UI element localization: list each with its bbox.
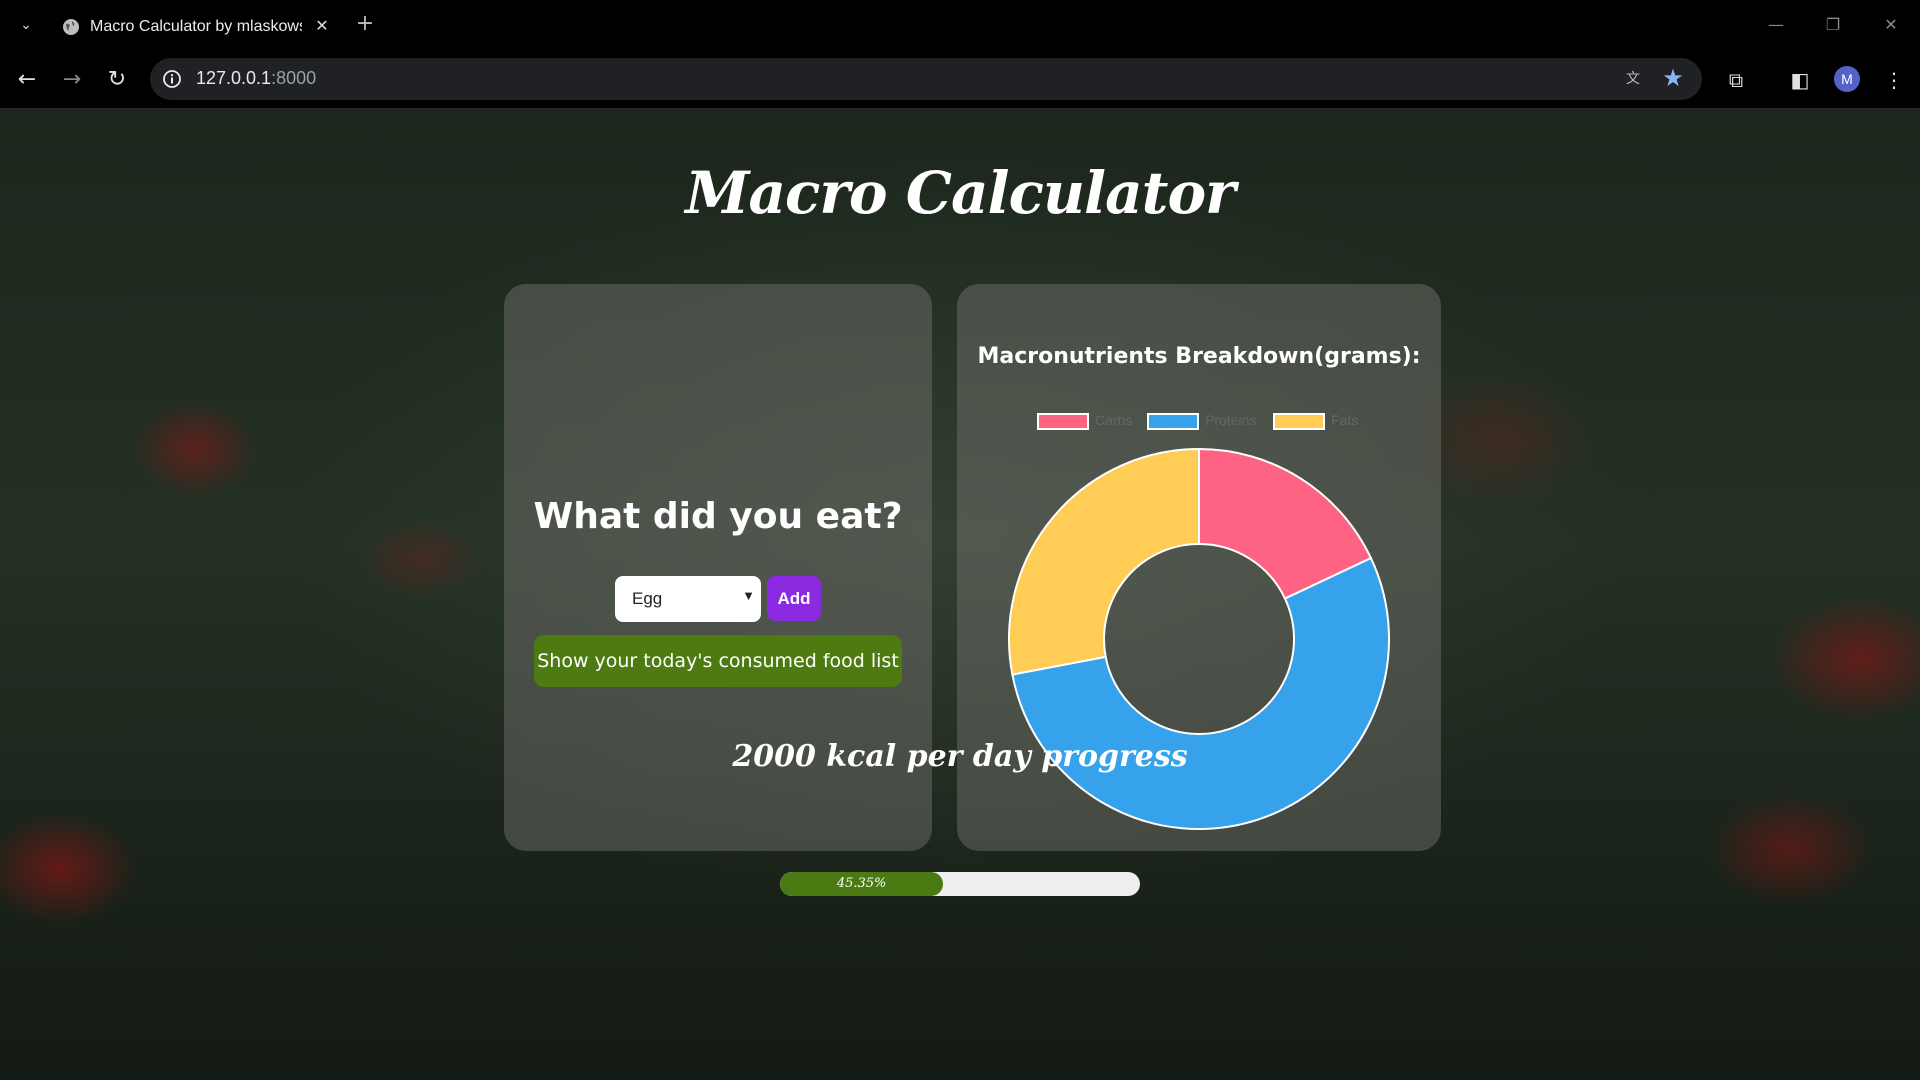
show-food-list-button[interactable]: Show your today's consumed food list bbox=[534, 635, 902, 687]
restore-icon[interactable]: ❐ bbox=[1818, 12, 1848, 38]
legend-swatch bbox=[1037, 413, 1089, 430]
food-select-value: Egg bbox=[632, 589, 663, 608]
more-menu-icon[interactable]: ⋮ bbox=[1880, 66, 1908, 94]
globe-icon bbox=[63, 19, 79, 35]
legend-label: Fats bbox=[1331, 412, 1359, 428]
chevron-down-icon: ▼ bbox=[742, 588, 755, 603]
page-background: Macro Calculator What did you eat? Egg ▼… bbox=[0, 109, 1920, 1080]
close-tab-icon[interactable]: ✕ bbox=[310, 14, 334, 38]
page-title: Macro Calculator bbox=[685, 159, 1235, 227]
browser-tab[interactable]: Macro Calculator by mlaskowsk ✕ bbox=[48, 8, 346, 50]
back-icon[interactable]: ← bbox=[13, 66, 41, 94]
food-question: What did you eat? bbox=[533, 496, 903, 537]
chart-legend: Carbs Proteins Fats bbox=[957, 411, 1441, 431]
url-text[interactable]: 127.0.0.1:8000 bbox=[196, 68, 316, 89]
url-port: :8000 bbox=[271, 68, 317, 88]
progress-label: 45.35% bbox=[836, 876, 887, 891]
side-panel-icon[interactable]: ◧ bbox=[1786, 66, 1814, 94]
legend-label: Carbs bbox=[1095, 412, 1133, 428]
address-bar[interactable]: 127.0.0.1:8000 文 ★ bbox=[150, 58, 1702, 100]
calorie-progress-bar: 45.35% bbox=[780, 872, 1140, 896]
bookmark-star-icon[interactable]: ★ bbox=[1660, 65, 1686, 91]
reload-icon[interactable]: ↻ bbox=[103, 66, 131, 94]
site-info-icon[interactable] bbox=[162, 69, 182, 89]
new-tab-icon[interactable]: + bbox=[353, 12, 377, 36]
progress-title: 2000 kcal per day progress bbox=[732, 739, 1188, 774]
progress-label-area: 45.35% bbox=[780, 872, 943, 896]
tab-search-chevron-icon[interactable]: ⌄ bbox=[14, 13, 38, 37]
legend-label: Proteins bbox=[1205, 412, 1257, 428]
avatar[interactable]: M bbox=[1834, 66, 1860, 92]
forward-icon[interactable]: → bbox=[58, 66, 86, 94]
tab-title: Macro Calculator by mlaskowsk bbox=[90, 18, 302, 35]
window-close-icon[interactable]: ✕ bbox=[1876, 12, 1906, 38]
extensions-icon[interactable]: ⧉ bbox=[1722, 66, 1750, 94]
minimize-icon[interactable]: — bbox=[1761, 12, 1791, 38]
translate-icon[interactable]: 文 bbox=[1622, 68, 1644, 90]
donut-chart bbox=[1008, 447, 1390, 830]
legend-swatch bbox=[1147, 413, 1199, 430]
donut-slice-fats[interactable] bbox=[1008, 447, 1200, 676]
browser-toolbar: ← → ↻ 127.0.0.1:8000 文 ★ ⧉ ◧ M ⋮ bbox=[0, 50, 1920, 109]
tab-bar: ⌄ Macro Calculator by mlaskowsk ✕ + — ❐ … bbox=[0, 0, 1920, 50]
food-select[interactable]: Egg ▼ bbox=[615, 576, 761, 622]
add-button[interactable]: Add bbox=[767, 576, 821, 621]
url-host: 127.0.0.1 bbox=[196, 68, 272, 88]
legend-swatch bbox=[1273, 413, 1325, 430]
chart-title: Macronutrients Breakdown(grams): bbox=[977, 344, 1421, 369]
